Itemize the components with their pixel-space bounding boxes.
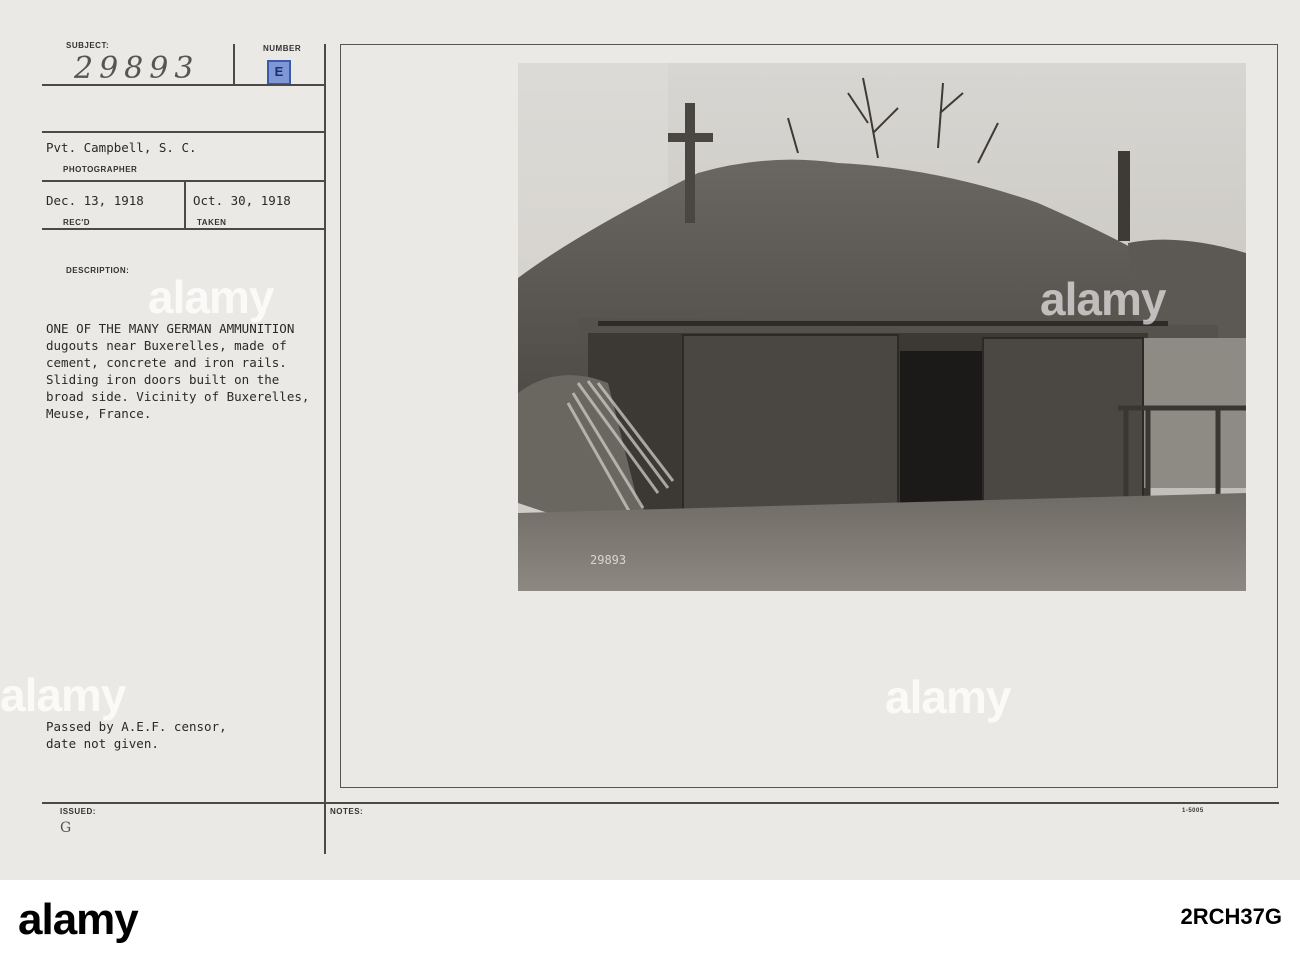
photo-number-overlay: 29893	[590, 553, 627, 567]
received-label: REC'D	[63, 218, 91, 227]
watermark: alamy	[1040, 273, 1166, 325]
issued-mark: G	[60, 820, 72, 836]
watermark: alamy	[885, 671, 1011, 723]
text-line: cement, concrete and iron rails.	[46, 355, 287, 370]
number-label: NUMBER	[263, 44, 302, 53]
taken-date: Oct. 30, 1918	[193, 193, 291, 208]
divider	[42, 802, 1279, 804]
text-line: Meuse, France.	[46, 406, 152, 421]
watermark: alamy	[0, 669, 126, 721]
taken-label: TAKEN	[197, 218, 227, 227]
subject-number: 29893	[74, 51, 200, 86]
dugout-photo-art	[518, 63, 1246, 591]
divider	[42, 84, 325, 86]
number-stamp: E	[267, 60, 291, 85]
text-line: date not given.	[46, 736, 159, 751]
divider	[42, 228, 325, 230]
issued-label: ISSUED:	[60, 807, 96, 816]
photographer-label: PHOTOGRAPHER	[63, 165, 138, 174]
censor-text: Passed by A.E.F. censor, date not given.	[46, 718, 227, 752]
divider	[233, 44, 235, 84]
subject-label: SUBJECT:	[66, 41, 110, 50]
notes-label: NOTES:	[330, 807, 364, 816]
text-line: broad side. Vicinity of Buxerelles,	[46, 389, 310, 404]
column-divider	[324, 44, 326, 854]
received-date: Dec. 13, 1918	[46, 193, 144, 208]
photographer-name: Pvt. Campbell, S. C.	[46, 140, 197, 155]
footer-logo: alamy	[18, 895, 139, 944]
description-text: ONE OF THE MANY GERMAN AMMUNITION dugouts…	[46, 320, 309, 422]
divider	[42, 131, 325, 133]
footer-bar	[0, 880, 1300, 969]
description-label: DESCRIPTION:	[66, 266, 130, 275]
watermark: alamy	[148, 271, 274, 323]
form-code: 1-5005	[1182, 808, 1204, 814]
footer-image-id: 2RCH37G	[1180, 904, 1282, 929]
dugout-photograph	[518, 63, 1246, 591]
text-line: dugouts near Buxerelles, made of	[46, 338, 287, 353]
divider	[184, 182, 186, 228]
archive-card: SUBJECT: 29893 NUMBER E Pvt. Campbell, S…	[0, 0, 1300, 880]
text-line: Sliding iron doors built on the	[46, 372, 280, 387]
